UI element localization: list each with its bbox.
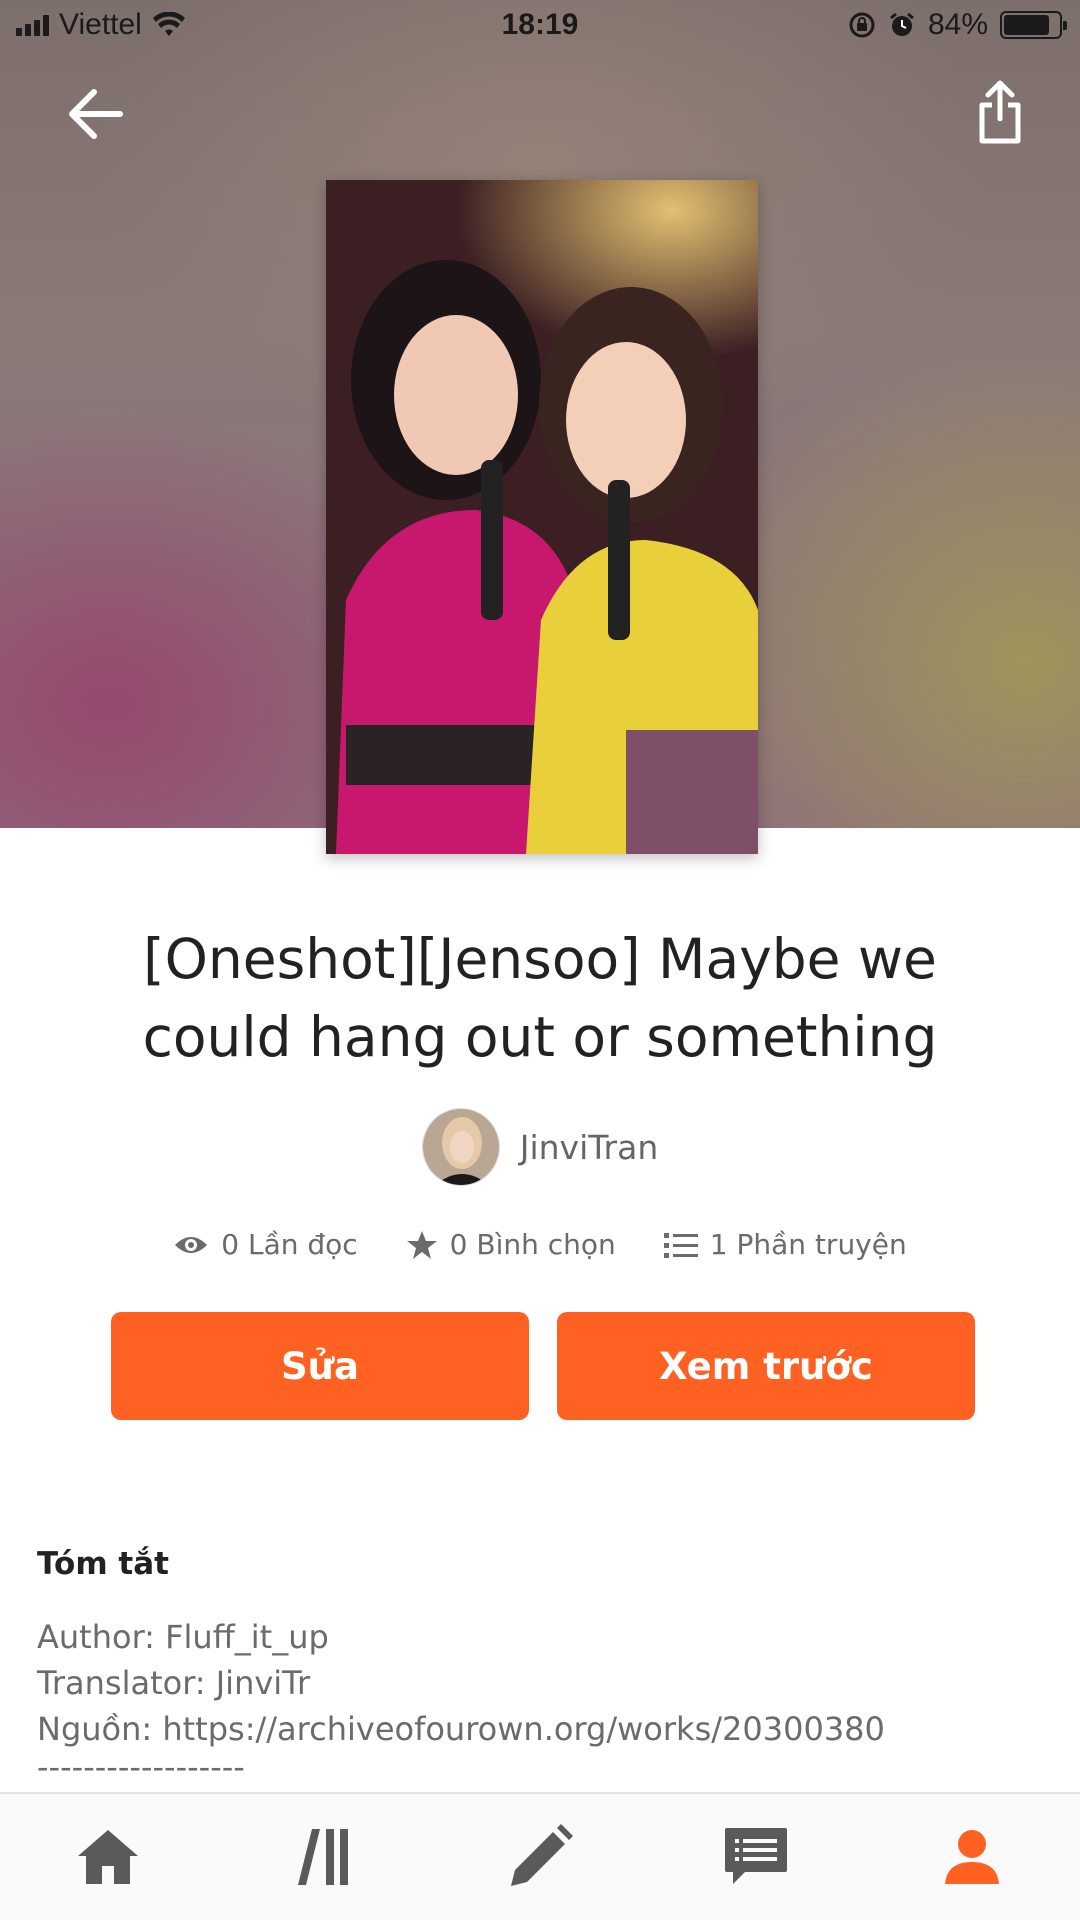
- author-name[interactable]: JinviTran: [520, 1128, 659, 1167]
- votes-count: 0 Bình chọn: [449, 1228, 616, 1261]
- share-icon: [979, 80, 1021, 144]
- votes-stat: 0 Bình chọn: [406, 1228, 616, 1261]
- profile-icon: [945, 1830, 999, 1884]
- list-icon: [663, 1232, 698, 1258]
- edit-button[interactable]: Sửa: [111, 1312, 529, 1420]
- summary-text: Author: Fluff_it_up Translator: JinviTr …: [37, 1614, 885, 1786]
- reads-stat: 0 Lần đọc: [173, 1228, 358, 1261]
- summary-heading: Tóm tắt: [37, 1546, 169, 1582]
- story-cover-image[interactable]: [326, 180, 758, 854]
- summary-source-line: Nguồn: https://archiveofourown.org/works…: [37, 1710, 885, 1748]
- home-icon: [78, 1830, 138, 1884]
- arrow-left-icon: [69, 89, 123, 139]
- nav-messages[interactable]: [686, 1802, 826, 1912]
- nav-home[interactable]: [38, 1802, 178, 1912]
- alarm-icon: [890, 12, 914, 36]
- library-icon: [298, 1829, 348, 1885]
- preview-button[interactable]: Xem trước: [557, 1312, 975, 1420]
- status-bar: Viettel 18:19 84%: [0, 0, 1080, 56]
- summary-divider-line: ------------------: [37, 1748, 245, 1786]
- battery-percent: 84%: [927, 8, 988, 41]
- story-stats: 0 Lần đọc 0 Bình chọn 1 Phần truyện: [0, 1228, 1080, 1261]
- bottom-nav: [0, 1792, 1080, 1920]
- rotation-lock-icon: [849, 12, 875, 38]
- nav-write[interactable]: [470, 1802, 610, 1912]
- nav-library[interactable]: [254, 1802, 394, 1912]
- share-button[interactable]: [962, 72, 1038, 152]
- messages-icon: [725, 1828, 787, 1884]
- avatar[interactable]: [421, 1108, 500, 1186]
- summary-author-line: Author: Fluff_it_up: [37, 1618, 329, 1656]
- reads-count: 0 Lần đọc: [221, 1228, 358, 1261]
- summary-translator-line: Translator: JinviTr: [37, 1664, 311, 1702]
- write-icon: [511, 1824, 573, 1886]
- parts-stat: 1 Phần truyện: [663, 1228, 907, 1261]
- author-row[interactable]: JinviTran: [0, 1108, 1080, 1186]
- battery-fill: [1004, 15, 1050, 35]
- battery-icon: [1000, 11, 1067, 39]
- parts-count: 1 Phần truyện: [709, 1228, 907, 1261]
- nav-profile[interactable]: [902, 1802, 1042, 1912]
- back-button[interactable]: [56, 76, 132, 152]
- story-title: [Oneshot][Jensoo] Maybe we could hang ou…: [142, 927, 938, 1069]
- star-icon: [406, 1230, 437, 1259]
- eye-icon: [175, 1236, 208, 1253]
